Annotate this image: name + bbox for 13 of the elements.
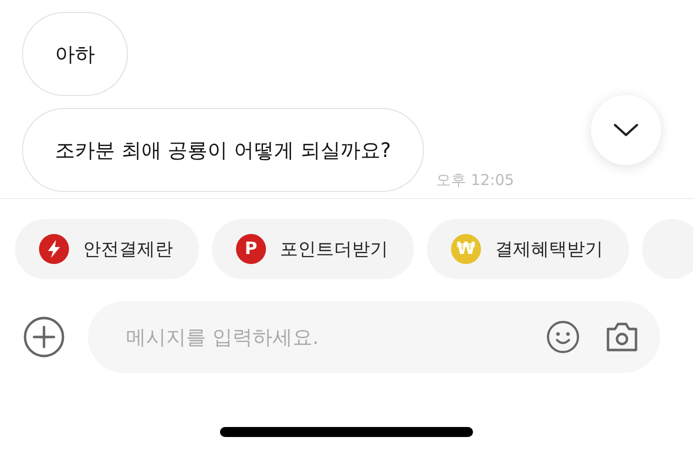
badge-icon: ₩ (451, 234, 481, 264)
plus-icon[interactable] (23, 316, 65, 358)
quick-action-chip[interactable]: 안전결제란 (15, 219, 199, 279)
message-bubble: 조카분 최애 공룡이 어떻게 되실까요? (22, 108, 424, 192)
message-bubble: 아하 (22, 12, 128, 96)
quick-action-chip[interactable]: ₩ 결제혜택받기 (427, 219, 629, 279)
message-time: 오후 12:05 (436, 171, 514, 191)
chevron-down-icon (613, 122, 639, 138)
emoji-icon[interactable] (546, 320, 580, 354)
quick-action-chip[interactable]: P 포인트더받기 (212, 219, 414, 279)
camera-icon[interactable] (606, 321, 638, 353)
badge-icon: P (236, 234, 266, 264)
message-input[interactable]: 메시지를 입력하세요. (124, 324, 520, 350)
